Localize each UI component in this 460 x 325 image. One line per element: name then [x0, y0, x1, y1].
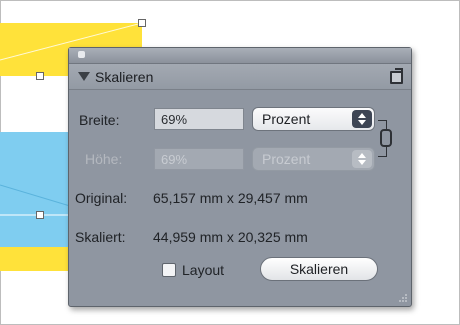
layout-checkbox[interactable] — [162, 263, 176, 277]
original-label: Original: — [75, 190, 128, 206]
height-unit-value: Prozent — [262, 151, 311, 167]
width-unit-select[interactable]: Prozent — [252, 107, 375, 131]
height-field[interactable]: 69% — [154, 148, 244, 170]
scaled-label: Skaliert: — [75, 229, 126, 245]
panel-titlebar[interactable] — [69, 48, 411, 64]
stepper-arrows-icon — [352, 150, 372, 168]
height-unit-select[interactable]: Prozent — [252, 147, 375, 171]
selection-handle[interactable] — [138, 19, 146, 27]
scale-button[interactable]: Skalieren — [260, 257, 378, 281]
selection-handle[interactable] — [36, 211, 44, 219]
width-label: Breite: — [79, 112, 120, 128]
stepper-arrows-icon — [352, 110, 372, 128]
selection-handle[interactable] — [36, 72, 44, 80]
resize-grip-icon[interactable] — [398, 293, 408, 303]
panel-menu-icon[interactable] — [390, 68, 403, 84]
proportion-link[interactable] — [378, 120, 392, 157]
chain-link-icon[interactable] — [380, 129, 392, 147]
width-field[interactable]: 69% — [154, 108, 244, 130]
panel-header[interactable]: Skalieren — [69, 64, 411, 90]
height-label: Höhe: — [85, 151, 123, 167]
layout-label: Layout — [182, 262, 225, 278]
width-unit-value: Prozent — [262, 111, 311, 127]
scale-panel: Skalieren Breite: 69% Prozent Höhe: 69% … — [68, 47, 412, 307]
collapse-triangle-icon[interactable] — [78, 72, 90, 81]
scaled-size: 44,959 mm x 20,325 mm — [153, 229, 308, 245]
panel-title: Skalieren — [95, 69, 154, 85]
close-icon[interactable] — [78, 51, 85, 58]
original-size: 65,157 mm x 29,457 mm — [153, 190, 308, 206]
